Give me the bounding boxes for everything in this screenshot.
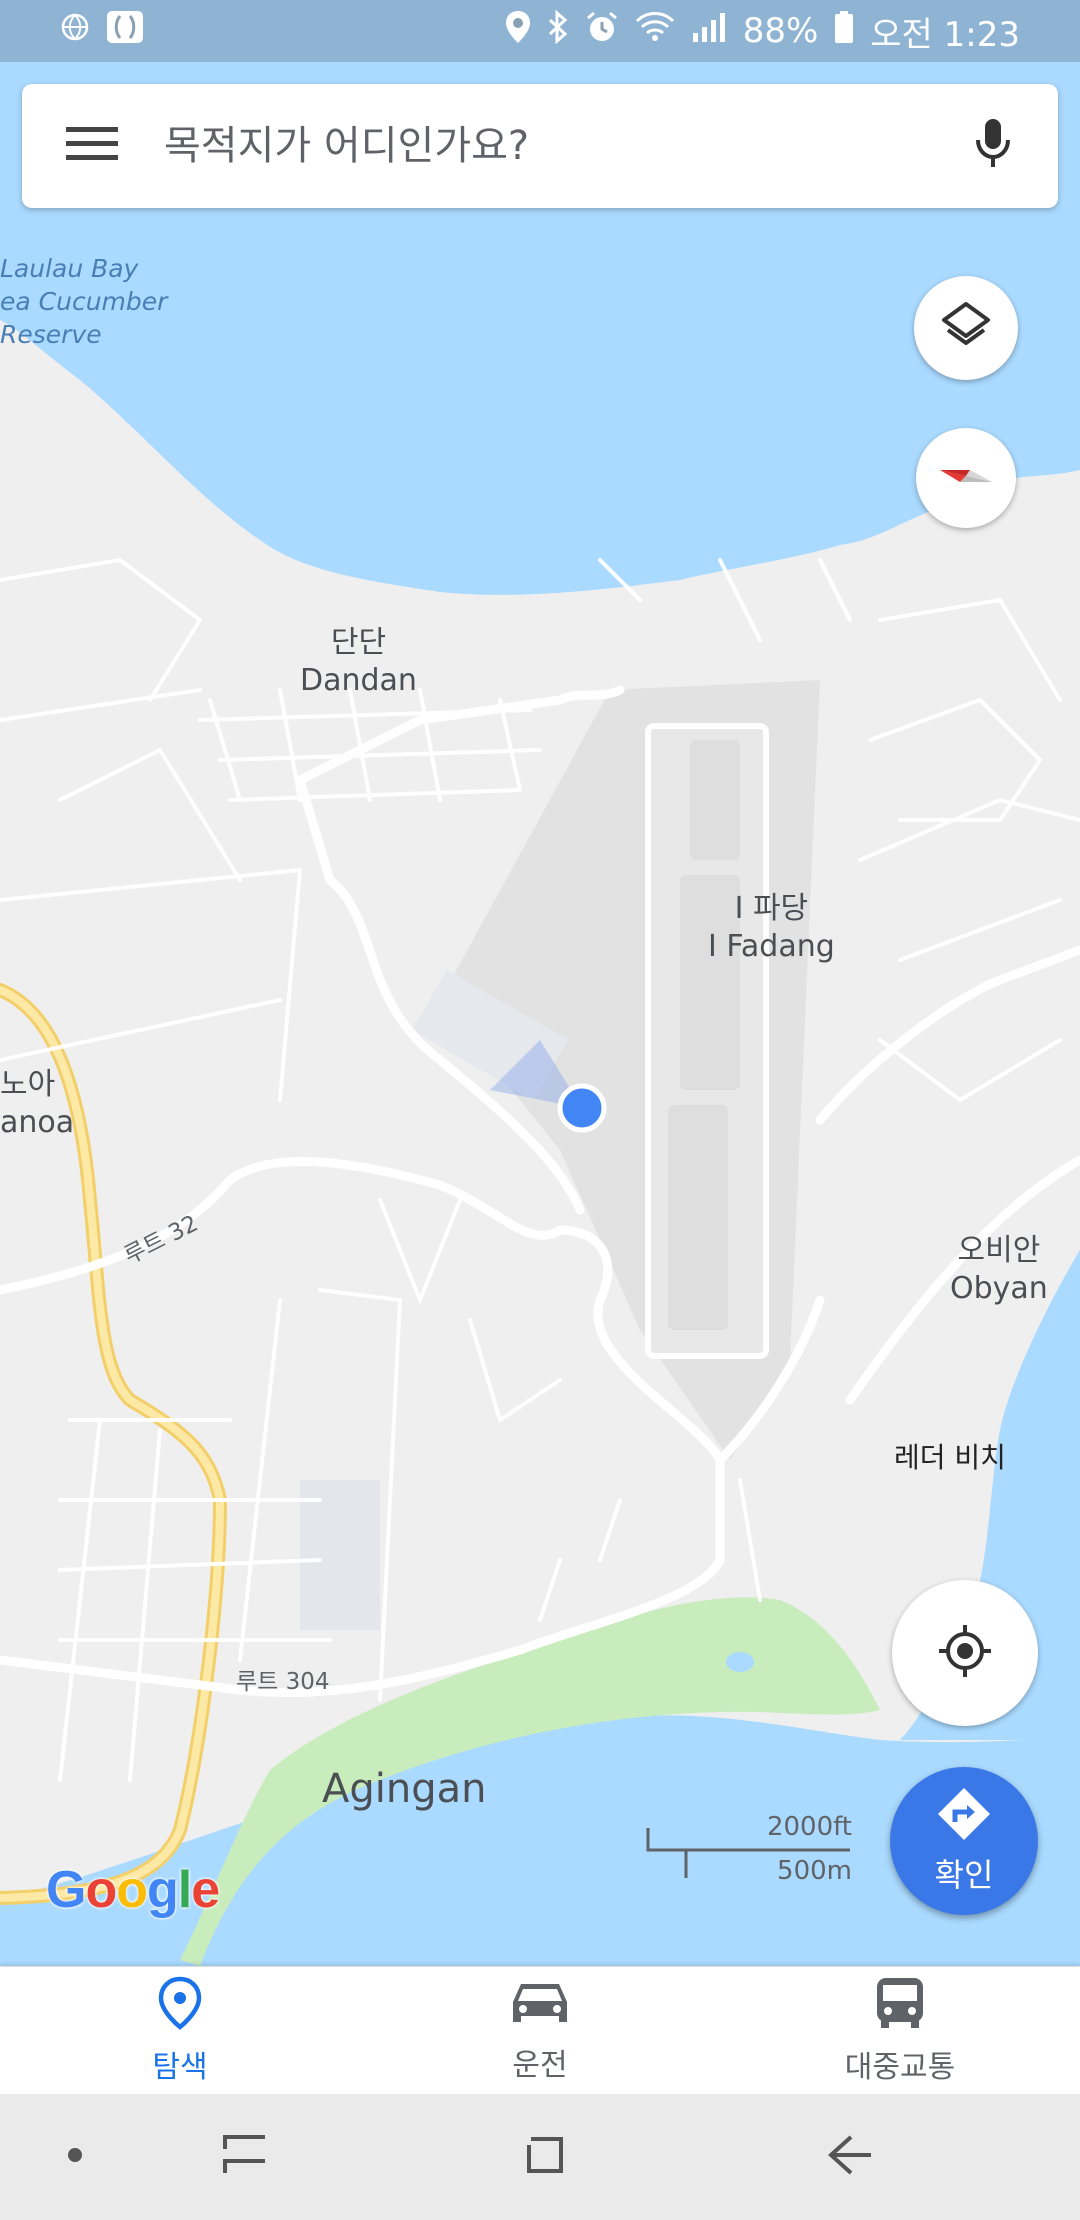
location-status-icon (505, 10, 531, 53)
crosshair-location-icon (937, 1623, 993, 1683)
bluetooth-icon (547, 9, 569, 53)
compass-button[interactable] (916, 428, 1016, 528)
google-logo-letter: o (116, 1861, 148, 1919)
map-label-ifadang-ko: I 파당 (734, 891, 809, 926)
search-bar (22, 84, 1058, 208)
directions-button[interactable]: 확인 (890, 1767, 1038, 1915)
map-label-ifadang-en: I Fadang (708, 928, 835, 964)
globe-icon (60, 11, 90, 51)
map-label-dandan-ko: 단단 (330, 625, 387, 660)
back-button[interactable] (800, 2094, 900, 2220)
google-logo-letter: e (191, 1861, 220, 1919)
google-logo-letter: o (85, 1861, 117, 1919)
tab-driving[interactable]: 운전 (360, 1967, 720, 2095)
app-notification-icon (106, 10, 144, 53)
battery-percent: 88% (742, 11, 819, 51)
map-label-obyan-en: Obyan (950, 1270, 1048, 1306)
my-location-button[interactable] (892, 1580, 1038, 1726)
scale-metric: 500m (777, 1856, 852, 1886)
voice-search-button[interactable] (928, 84, 1058, 208)
recent-apps-button[interactable] (200, 2094, 290, 2220)
google-logo-letter: G (46, 1861, 86, 1919)
recent-apps-icon (221, 2133, 269, 2181)
map-label-agingan[interactable]: Agingan (322, 1764, 486, 1814)
home-square-icon (521, 2131, 569, 2183)
layers-icon (940, 300, 992, 356)
map-label-dandan[interactable]: 단단 Dandan (300, 624, 417, 699)
map-label-obyan-ko: 오비안 (957, 1233, 1041, 1268)
scale-imperial: 2000ft (766, 1812, 852, 1842)
map-label-ladder-beach[interactable]: 레더 비치 (894, 1440, 1006, 1475)
directions-arrow-icon (936, 1786, 992, 1846)
map-label-route304: 루트 304 (236, 1669, 330, 1695)
google-logo-letter: l (177, 1861, 192, 1919)
wifi-icon (635, 11, 675, 52)
map-label-laulau: Laulau Bay ea Cucumber Reserve (0, 254, 168, 349)
car-icon (509, 1978, 571, 2032)
search-input[interactable] (162, 122, 928, 170)
scale-bar: 2000ft 500m (646, 1812, 852, 1890)
tab-explore-label: 탐색 (152, 2050, 208, 2085)
microphone-icon (976, 118, 1010, 174)
back-arrow-icon (825, 2133, 875, 2181)
compass-icon (936, 446, 996, 510)
map-label-obyan[interactable]: 오비안 Obyan (950, 1232, 1048, 1307)
google-logo: Google (46, 1860, 220, 1920)
clock: 오전 1:23 (870, 14, 1020, 55)
signal-icon (691, 11, 727, 52)
system-dot-button[interactable] (40, 2094, 110, 2220)
bus-icon (873, 1976, 927, 2034)
map-label-anoa-ko: 노아 (0, 1067, 56, 1102)
map-label-dandan-en: Dandan (300, 662, 417, 698)
tab-explore[interactable]: 탐색 (0, 1967, 360, 2095)
status-bar: 88% 오전 1:23 (0, 0, 1080, 62)
location-pin-icon (157, 1976, 203, 2034)
tab-driving-label: 운전 (512, 2048, 568, 2083)
map-label-anoa-en: anoa (0, 1104, 75, 1140)
tab-transit-label: 대중교통 (844, 2050, 956, 2085)
google-logo-letter: g (146, 1861, 179, 1919)
layers-button[interactable] (914, 276, 1018, 380)
my-location-dot[interactable] (557, 1083, 607, 1133)
dot-icon (67, 2147, 83, 2167)
battery-icon (834, 10, 854, 53)
hamburger-menu-icon (66, 125, 118, 167)
alarm-icon (585, 10, 619, 53)
menu-button[interactable] (22, 84, 162, 208)
directions-label: 확인 (934, 1856, 994, 1894)
map-label-anoa[interactable]: 노아 anoa (0, 1066, 74, 1141)
home-button[interactable] (500, 2094, 590, 2220)
map-label-ifadang[interactable]: I 파당 I Fadang (708, 890, 835, 965)
system-navigation-bar (0, 2094, 1080, 2220)
bottom-navigation: 탐색 운전 대중교통 (0, 1966, 1080, 2095)
tab-transit[interactable]: 대중교통 (720, 1967, 1080, 2095)
